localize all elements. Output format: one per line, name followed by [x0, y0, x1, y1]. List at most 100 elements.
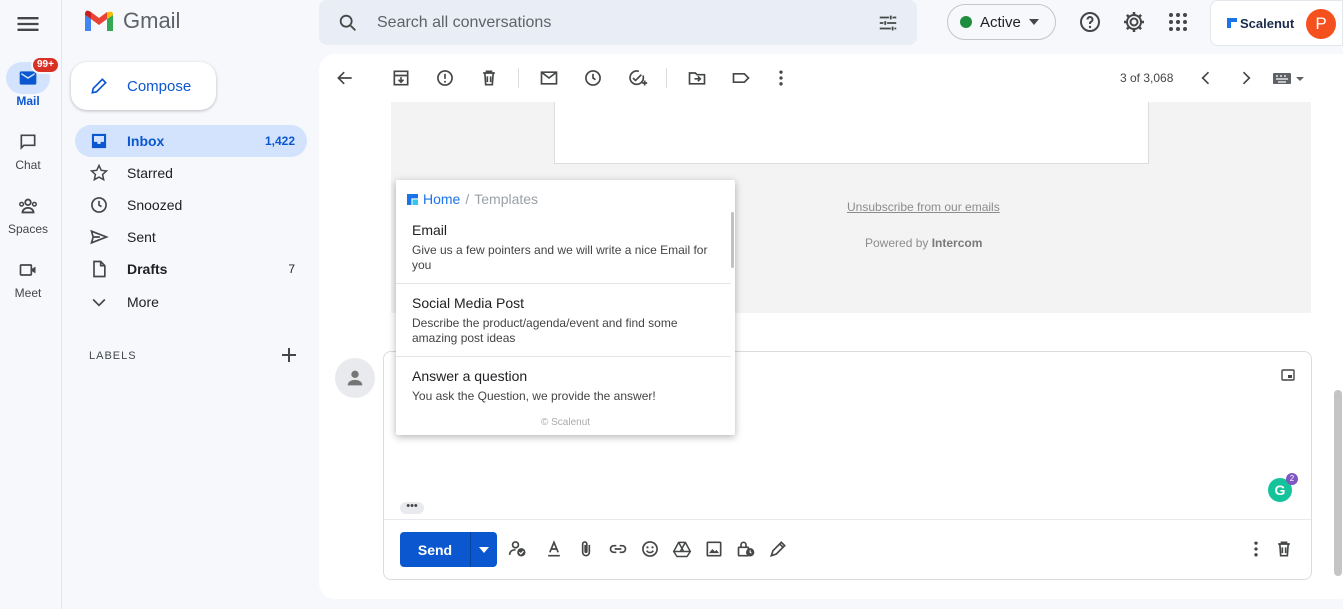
report-spam-button[interactable]: [435, 68, 455, 88]
scalenut-logo[interactable]: Scalenut: [1227, 16, 1294, 31]
rail-mail-label: Mail: [16, 94, 40, 108]
older-button[interactable]: [1236, 68, 1256, 88]
rail-mail[interactable]: 99+ Mail: [0, 56, 60, 108]
send-button[interactable]: Send: [400, 532, 471, 567]
lock-clock-icon: [737, 541, 755, 557]
spell-check-button[interactable]: [508, 539, 528, 559]
attach-button[interactable]: [576, 539, 596, 559]
person-icon: [347, 370, 363, 386]
popout-button[interactable]: [1281, 368, 1295, 382]
emoji-button[interactable]: [640, 539, 660, 559]
drive-icon: [672, 541, 692, 558]
drive-button[interactable]: [672, 539, 692, 559]
template-divider: [396, 356, 731, 357]
chevron-left-icon: [1201, 71, 1210, 85]
compose-button[interactable]: Compose: [71, 62, 216, 110]
snooze-button[interactable]: [583, 68, 603, 88]
nav-snoozed[interactable]: Snoozed: [75, 189, 307, 221]
nav-drafts[interactable]: Drafts 7: [75, 253, 307, 285]
labels-heading: LABELS: [89, 350, 137, 362]
draft-file-icon: [93, 260, 106, 278]
nav-sent[interactable]: Sent: [75, 221, 307, 253]
show-trimmed-content-button[interactable]: •••: [400, 501, 424, 514]
rail-meet[interactable]: Meet: [0, 254, 56, 300]
more-options-button[interactable]: [1246, 539, 1266, 559]
input-tools-button[interactable]: [1271, 68, 1311, 88]
add-task-button[interactable]: [627, 68, 648, 88]
discard-draft-button[interactable]: [1274, 539, 1294, 559]
nav-drafts-label: Drafts: [127, 261, 168, 277]
scalenut-extension[interactable]: Scalenut P: [1210, 0, 1343, 46]
nav-inbox[interactable]: Inbox 1,422: [75, 125, 307, 157]
gmail-logo[interactable]: Gmail: [83, 8, 180, 34]
gmail-m-icon: [85, 10, 113, 31]
archive-icon: [393, 70, 409, 86]
apps-button[interactable]: [1166, 10, 1190, 34]
mark-unread-button[interactable]: [539, 68, 559, 88]
send-options-button[interactable]: [471, 532, 497, 567]
status-label: Active: [980, 13, 1021, 31]
account-avatar[interactable]: P: [1306, 9, 1336, 39]
insert-link-button[interactable]: [608, 539, 628, 559]
nav-snoozed-label: Snoozed: [127, 197, 183, 213]
scalenut-logo-icon: [1227, 18, 1237, 28]
move-to-button[interactable]: [687, 68, 707, 88]
more-actions-button[interactable]: [771, 68, 791, 88]
add-task-icon: [629, 70, 648, 86]
pen-icon: [770, 541, 786, 557]
label-button[interactable]: [731, 68, 751, 88]
chevron-right-icon: [1242, 71, 1251, 85]
breadcrumb-home[interactable]: Home: [423, 191, 460, 207]
create-label-button[interactable]: [280, 346, 298, 364]
template-description: Describe the product/agenda/event and fi…: [412, 316, 678, 345]
help-button[interactable]: [1078, 10, 1102, 34]
search-bar[interactable]: Search all conversations: [319, 0, 917, 45]
text-format-icon: [548, 540, 560, 557]
breadcrumb: Home / Templates: [407, 191, 538, 207]
settings-button[interactable]: [1122, 10, 1146, 34]
breadcrumb-current: Templates: [474, 191, 539, 207]
plus-icon: [282, 348, 296, 362]
main-scrollbar[interactable]: [1334, 390, 1342, 576]
signature-button[interactable]: [768, 539, 788, 559]
send-button-group[interactable]: Send: [400, 532, 497, 567]
search-options-icon[interactable]: [877, 12, 899, 34]
popup-scrollbar[interactable]: [731, 212, 734, 268]
powered-by-text: Powered by Intercom: [865, 236, 982, 250]
rail-spaces[interactable]: Spaces: [0, 190, 56, 236]
confidential-mode-button[interactable]: [736, 539, 756, 559]
more-vert-icon: [779, 70, 783, 86]
email-content-card: [554, 102, 1149, 164]
newer-button[interactable]: [1196, 68, 1216, 88]
main-menu-button[interactable]: [14, 10, 42, 38]
search-icon[interactable]: [337, 12, 359, 34]
unsubscribe-link[interactable]: Unsubscribe from our emails: [847, 200, 1000, 214]
insert-photo-button[interactable]: [704, 539, 724, 559]
star-icon: [89, 163, 109, 182]
formatting-button[interactable]: [544, 539, 564, 559]
archive-button[interactable]: [391, 68, 411, 88]
delete-button[interactable]: [479, 68, 499, 88]
template-item-answer-question[interactable]: Answer a question You ask the Question, …: [396, 368, 731, 404]
search-input[interactable]: Search all conversations: [377, 14, 877, 32]
template-description: Give us a few pointers and we will write…: [412, 243, 708, 272]
template-item-email[interactable]: Email Give us a few pointers and we will…: [396, 222, 731, 273]
template-item-social-media-post[interactable]: Social Media Post Describe the product/a…: [396, 295, 731, 346]
template-title: Answer a question: [412, 368, 528, 384]
status-selector[interactable]: Active: [947, 4, 1056, 40]
rail-chat-label: Chat: [15, 158, 41, 172]
chevron-down-icon: [92, 298, 106, 307]
inbox-icon: [91, 133, 107, 149]
rail-chat[interactable]: Chat: [0, 126, 56, 172]
caret-down-icon: [1028, 19, 1039, 25]
breadcrumb-separator: /: [465, 191, 470, 207]
nav-sent-label: Sent: [127, 229, 156, 245]
powered-brand: Intercom: [931, 236, 983, 250]
gear-icon: [1124, 12, 1144, 32]
nav-starred[interactable]: Starred: [75, 157, 307, 189]
rail-spaces-label: Spaces: [7, 222, 49, 236]
send-icon: [90, 229, 109, 245]
nav-more[interactable]: More: [75, 286, 307, 318]
back-button[interactable]: [335, 68, 355, 88]
compose-label: Compose: [127, 77, 192, 95]
